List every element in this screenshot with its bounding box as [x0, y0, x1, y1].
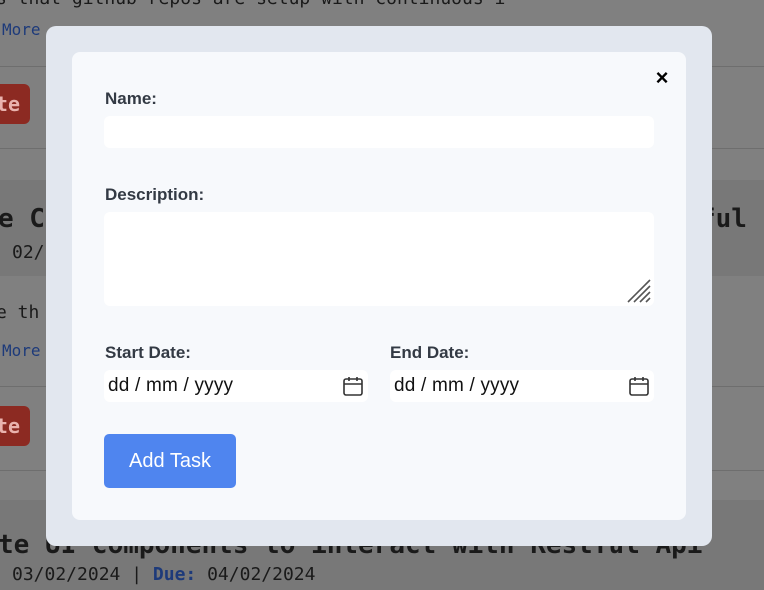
delete-button[interactable]: te [0, 84, 30, 124]
date-separator: | [120, 564, 153, 585]
add-task-button[interactable]: Add Task [104, 434, 236, 488]
task-description-text: s that github repos are setup with conti… [0, 0, 505, 9]
task-start-date: 03/02/2024 [12, 564, 121, 585]
end-date-placeholder: dd / mm / yyyy [394, 375, 520, 396]
description-label: Description: [105, 185, 205, 204]
task-description-text: e th [0, 302, 40, 323]
close-icon[interactable]: × [652, 66, 672, 90]
task-title: e C [0, 204, 45, 234]
start-date-label: Start Date: [105, 343, 191, 362]
calendar-icon[interactable] [628, 375, 650, 397]
read-more-link[interactable]: More [2, 20, 41, 39]
task-start-date: 02/ [12, 242, 45, 263]
delete-button[interactable]: te [0, 406, 30, 446]
start-date-placeholder: dd / mm / yyyy [108, 375, 234, 396]
end-date-label: End Date: [390, 343, 470, 362]
start-date-input[interactable]: dd / mm / yyyy [104, 370, 368, 402]
calendar-icon[interactable] [342, 375, 364, 397]
description-textarea[interactable] [104, 212, 654, 306]
task-due-date: 04/02/2024 [207, 564, 316, 585]
task-dates: 03/02/2024 | Due: 04/02/2024 [12, 564, 315, 585]
due-label: Due: [152, 564, 197, 585]
name-label: Name: [105, 89, 157, 108]
read-more-link[interactable]: More [2, 341, 41, 360]
resize-handle-icon[interactable] [626, 278, 652, 304]
end-date-input[interactable]: dd / mm / yyyy [390, 370, 654, 402]
name-input[interactable] [104, 116, 654, 148]
